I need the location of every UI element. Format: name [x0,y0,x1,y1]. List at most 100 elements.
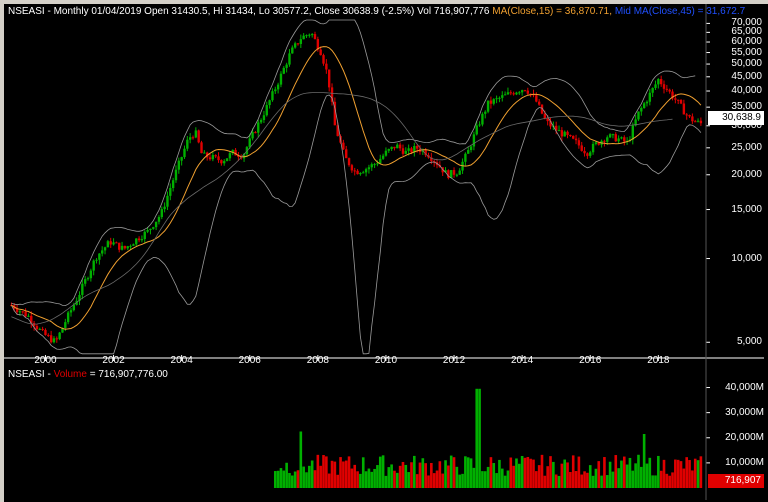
price-panel [10,19,710,355]
candle-body [665,88,669,90]
volume-bar [449,455,453,488]
candle-body [617,138,620,142]
volume-bar [347,456,351,488]
candle-body [27,315,30,317]
volume-bar [390,464,393,488]
candle-body [152,227,155,229]
candle-body [203,152,206,154]
candle-body [174,169,178,181]
volume-bar [503,475,507,488]
volume-bar [373,468,376,488]
volume-panel [273,387,710,488]
candle-body [118,242,121,250]
candle-body [120,245,124,250]
volume-bar [574,471,578,488]
candle-body [506,92,510,95]
volume-bar [299,431,303,488]
candle-body [535,95,538,102]
candle-body [364,169,368,173]
volume-bar [699,456,703,488]
candle-body [631,125,634,140]
candle-body [379,158,382,164]
candle-body [384,150,388,156]
candle-body [66,312,70,323]
candle-body [396,144,399,149]
volume-bar [640,466,643,488]
volume-bar [421,458,425,488]
volume-bar [625,464,629,488]
candle-body [674,98,677,100]
candle-body [293,43,297,48]
volume-bar [603,457,606,488]
volume-tick-label: 20,000M [725,431,764,443]
candle-body [81,283,84,295]
volume-header-label: NSEASI - [8,369,51,380]
candle-body [608,134,612,138]
volume-bar [628,457,632,488]
volume-bar [571,455,575,488]
volume-bar [322,455,325,488]
candle-body [623,137,626,142]
volume-bar [614,455,618,488]
candle-body [276,84,280,90]
volume-bar [583,471,586,488]
last-volume-label: 716,907 [708,474,764,488]
volume-bar [291,475,294,488]
volume-bar [537,465,541,488]
candle-body [166,195,169,207]
volume-bar [608,461,612,488]
candle-body [640,108,643,112]
candle-body [220,160,223,164]
volume-bar [364,471,368,488]
volume-tick-label: 10,000M [725,456,764,468]
volume-bar [529,458,532,488]
candle-body [495,98,498,100]
volume-bar [387,467,391,488]
candle-body [92,260,95,271]
volume-word: Volume [53,369,87,380]
candle-body [95,259,98,261]
candle-body [223,161,226,164]
candle-body [52,338,56,343]
candle-body [342,142,345,150]
candle-body [163,206,166,210]
candle-body [274,89,277,92]
candle-body [560,130,564,137]
price-tick-label: 10,000 [731,252,762,264]
candle-body [183,148,186,158]
volume-bar [515,458,518,488]
candle-body [611,134,615,136]
candle-body [149,228,152,230]
volume-bar [481,471,484,488]
candle-body [327,69,331,88]
candle-body [614,134,617,142]
volume-bar [526,456,530,488]
candle-body [679,99,683,104]
candle-body [662,84,666,89]
candle-body [140,239,144,241]
candle-body [197,130,200,143]
year-tick-label: 2014 [511,355,534,366]
candle-body [543,113,547,119]
chart-canvas [4,4,764,500]
candle-body [515,92,518,95]
volume-bar [452,457,456,488]
candle-body [123,245,127,249]
candle-body [589,152,592,156]
candle-body [225,158,229,162]
volume-bar [276,470,280,488]
volume-bar [549,456,552,488]
volume-bar [682,468,686,488]
volume-bar [611,471,615,488]
candle-body [492,99,495,104]
candle-body [586,153,589,156]
volume-bar [500,468,504,488]
candle-body [563,131,566,137]
volume-bar [413,455,416,488]
volume-bar [509,457,513,488]
volume-bar [478,388,481,488]
volume-bar [691,470,694,488]
volume-bar [679,461,683,488]
volume-bar [580,474,584,488]
candle-body [21,311,24,313]
